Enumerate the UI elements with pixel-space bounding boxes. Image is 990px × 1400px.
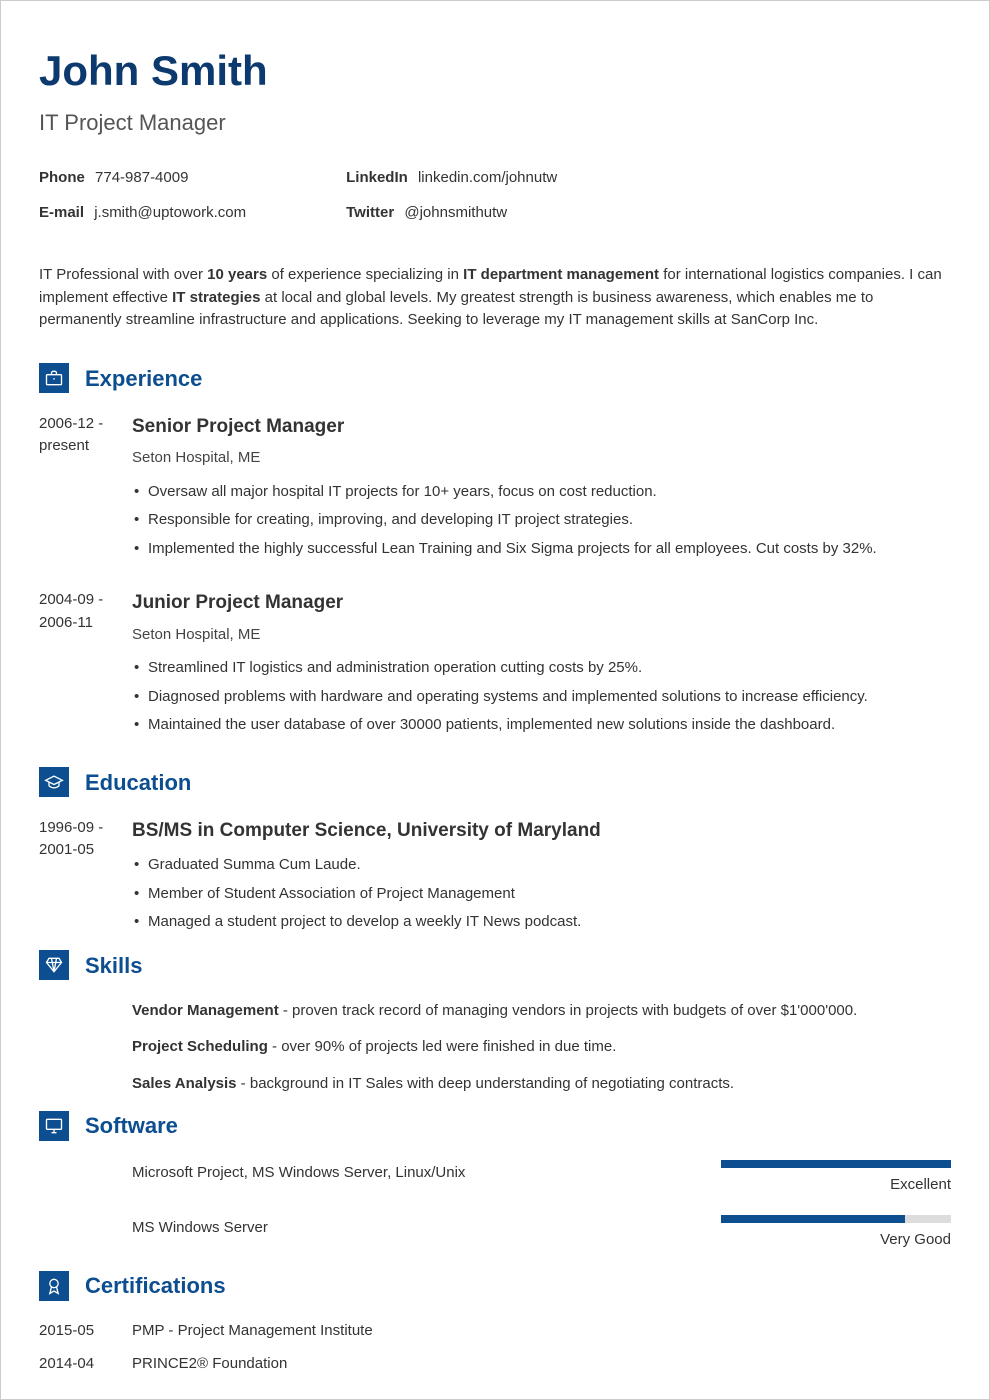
contact-email: E-mail j.smith@uptowork.com: [39, 202, 246, 225]
cert-date: 2015-05: [39, 1320, 132, 1343]
twitter-value: @johnsmithutw: [404, 204, 507, 221]
contacts-block: Phone 774-987-4009 E-mail j.smith@uptowo…: [39, 167, 951, 236]
entry-bullet: Diagnosed problems with hardware and ope…: [134, 683, 951, 712]
skill-desc: - proven track record of managing vendor…: [279, 1002, 858, 1019]
phone-label: Phone: [39, 169, 85, 186]
software-row: MS Windows Server Very Good: [39, 1215, 951, 1252]
entry-subtitle: Seton Hospital, ME: [132, 624, 951, 647]
award-icon: [39, 1271, 69, 1301]
cert-date: 2014-04: [39, 1353, 132, 1376]
entry-title: BS/MS in Computer Science, University of…: [132, 817, 951, 846]
software-meter: Very Good: [721, 1215, 951, 1252]
twitter-label: Twitter: [346, 204, 394, 221]
software-label: Microsoft Project, MS Windows Server, Li…: [132, 1160, 721, 1185]
linkedin-value: linkedin.com/johnutw: [418, 169, 557, 186]
section-title: Education: [85, 766, 191, 799]
skill-name: Vendor Management: [132, 1002, 279, 1019]
skills-block: Vendor Management - proven track record …: [39, 1000, 951, 1096]
entry-bullet: Managed a student project to develop a w…: [134, 908, 951, 937]
skill-line: Sales Analysis - background in IT Sales …: [132, 1073, 951, 1096]
section-header-education: Education: [39, 766, 951, 799]
person-name: John Smith: [39, 39, 951, 102]
entry-title: Junior Project Manager: [132, 589, 951, 618]
linkedin-label: LinkedIn: [346, 169, 408, 186]
entry-bullet: Responsible for creating, improving, and…: [134, 506, 951, 535]
briefcase-icon: [39, 363, 69, 393]
summary-part: of experience specializing in: [267, 266, 463, 283]
section-header-skills: Skills: [39, 949, 951, 982]
entry-bullet: Maintained the user database of over 300…: [134, 711, 951, 740]
software-label: MS Windows Server: [132, 1215, 721, 1240]
experience-entry: 2006-12 - present Senior Project Manager…: [39, 413, 951, 564]
entry-bullet: Streamlined IT logistics and administrat…: [134, 654, 951, 683]
section-title: Certifications: [85, 1269, 226, 1302]
summary-part: IT Professional with over: [39, 266, 207, 283]
graduation-cap-icon: [39, 767, 69, 797]
meter-fill: [721, 1160, 951, 1168]
section-header-experience: Experience: [39, 362, 951, 395]
summary-bold: IT department management: [463, 266, 659, 283]
section-header-certifications: Certifications: [39, 1269, 951, 1302]
section-title: Experience: [85, 362, 202, 395]
summary-bold: IT strategies: [172, 289, 260, 306]
section-title: Software: [85, 1109, 178, 1142]
skill-line: Project Scheduling - over 90% of project…: [132, 1036, 951, 1059]
contact-linkedin: LinkedIn linkedin.com/johnutw: [346, 167, 557, 190]
diamond-icon: [39, 950, 69, 980]
entry-title: Senior Project Manager: [132, 413, 951, 442]
cert-row: 2015-05 PMP - Project Management Institu…: [39, 1320, 951, 1343]
skill-name: Sales Analysis: [132, 1075, 237, 1092]
meter-text: Very Good: [721, 1229, 951, 1252]
monitor-icon: [39, 1111, 69, 1141]
cert-name: PMP - Project Management Institute: [132, 1320, 373, 1343]
person-title: IT Project Manager: [39, 106, 951, 139]
phone-value: 774-987-4009: [95, 169, 188, 186]
entry-subtitle: Seton Hospital, ME: [132, 447, 951, 470]
entry-dates: 2004-09 - 2006-11: [39, 589, 132, 740]
contact-twitter: Twitter @johnsmithutw: [346, 202, 557, 225]
entry-bullet: Graduated Summa Cum Laude.: [134, 851, 951, 880]
meter-fill: [721, 1215, 905, 1223]
summary-text: IT Professional with over 10 years of ex…: [39, 264, 951, 332]
entry-bullet: Member of Student Association of Project…: [134, 880, 951, 909]
cert-name: PRINCE2® Foundation: [132, 1353, 287, 1376]
section-header-software: Software: [39, 1109, 951, 1142]
email-label: E-mail: [39, 204, 84, 221]
experience-entry: 2004-09 - 2006-11 Junior Project Manager…: [39, 589, 951, 740]
skill-desc: - over 90% of projects led were finished…: [268, 1038, 617, 1055]
summary-bold: 10 years: [207, 266, 267, 283]
skill-line: Vendor Management - proven track record …: [132, 1000, 951, 1023]
software-row: Microsoft Project, MS Windows Server, Li…: [39, 1160, 951, 1197]
entry-bullet: Oversaw all major hospital IT projects f…: [134, 478, 951, 507]
entry-bullet: Implemented the highly successful Lean T…: [134, 535, 951, 564]
education-entry: 1996-09 - 2001-05 BS/MS in Computer Scie…: [39, 817, 951, 937]
skill-desc: - background in IT Sales with deep under…: [237, 1075, 735, 1092]
cert-row: 2014-04 PRINCE2® Foundation: [39, 1353, 951, 1376]
meter-text: Excellent: [721, 1174, 951, 1197]
software-meter: Excellent: [721, 1160, 951, 1197]
contact-phone: Phone 774-987-4009: [39, 167, 246, 190]
entry-dates: 2006-12 - present: [39, 413, 132, 564]
skill-name: Project Scheduling: [132, 1038, 268, 1055]
section-title: Skills: [85, 949, 142, 982]
entry-dates: 1996-09 - 2001-05: [39, 817, 132, 937]
email-value: j.smith@uptowork.com: [94, 204, 246, 221]
